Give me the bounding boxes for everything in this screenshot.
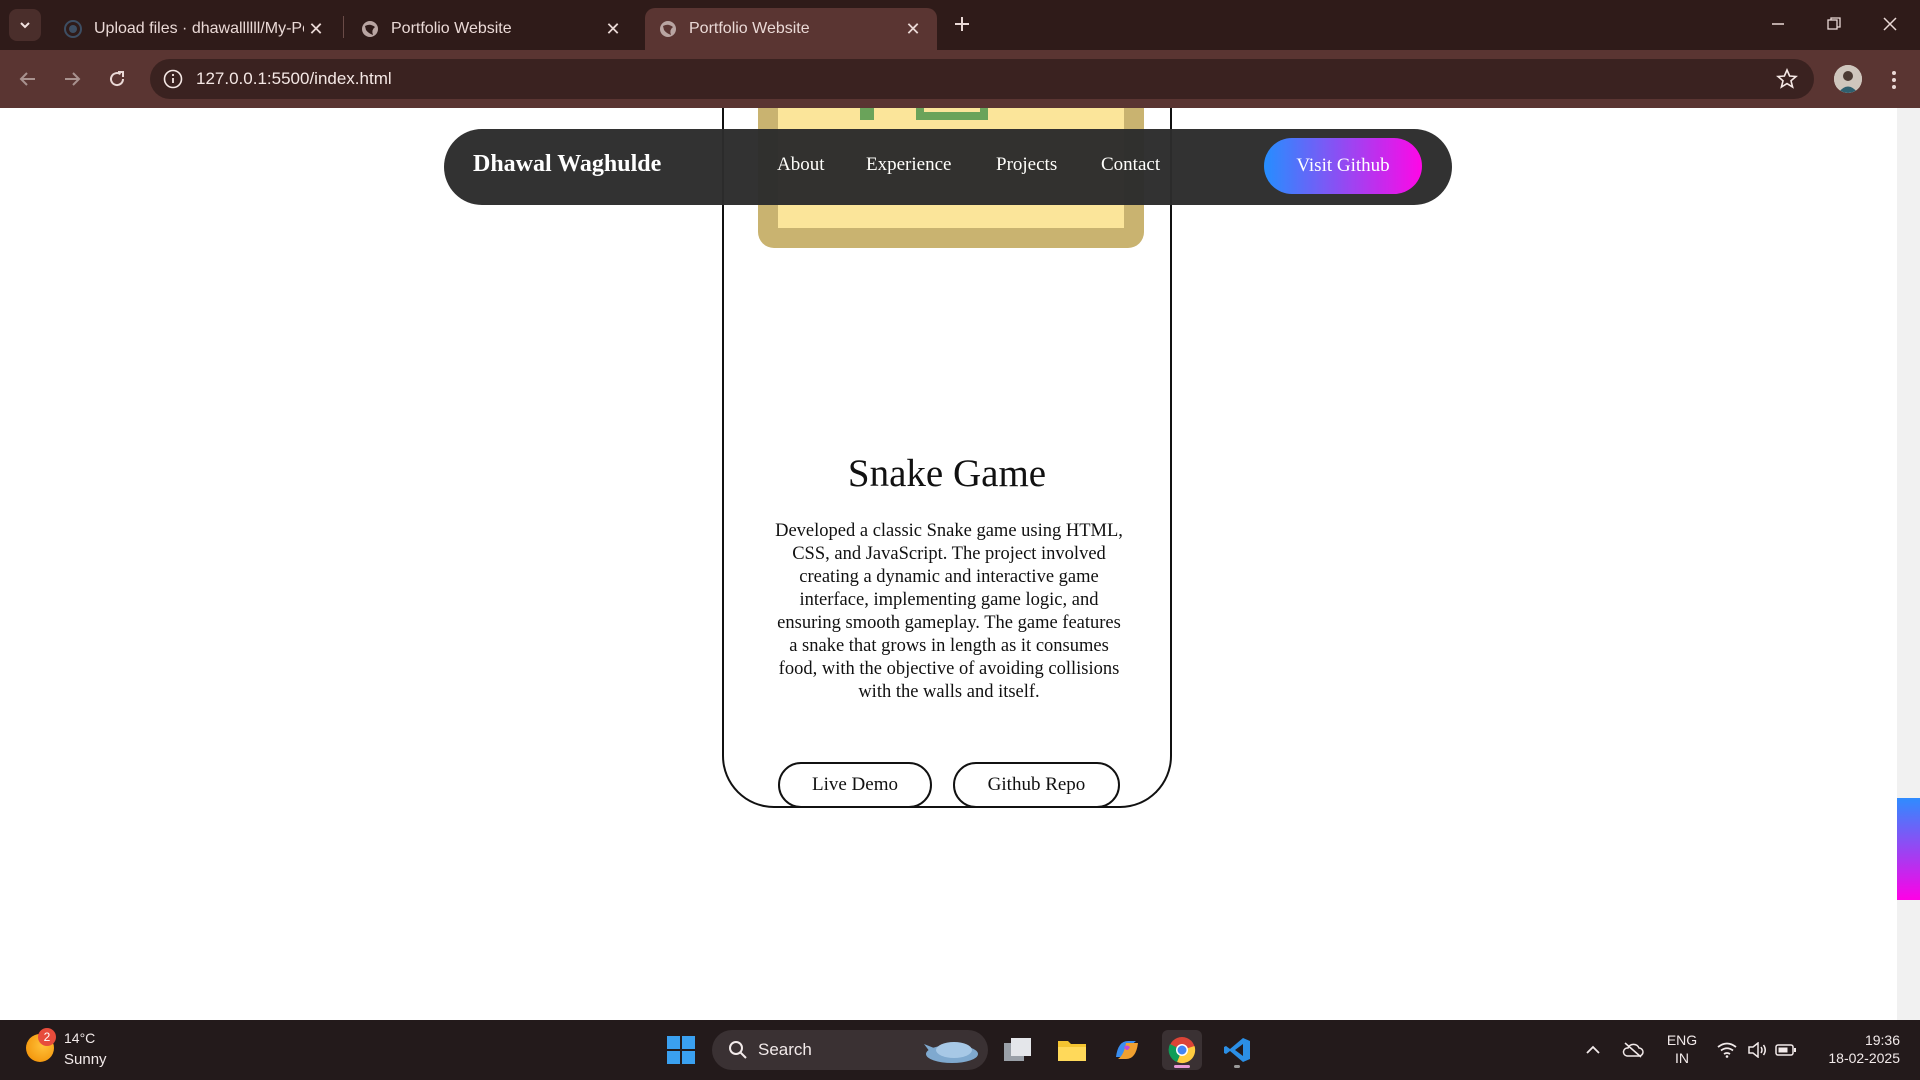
chevron-up-icon bbox=[1586, 1045, 1600, 1054]
kebab-dot bbox=[1892, 71, 1896, 75]
tab-divider bbox=[343, 16, 344, 38]
github-repo-button[interactable]: Github Repo bbox=[953, 762, 1120, 808]
system-clock[interactable]: 19:36 18-02-2025 bbox=[1800, 1031, 1900, 1067]
nav-link-experience[interactable]: Experience bbox=[866, 154, 951, 176]
clock-time: 19:36 bbox=[1864, 1032, 1900, 1048]
globe-icon bbox=[660, 21, 676, 37]
tab-portfolio-website-active[interactable]: Portfolio Website ✕ bbox=[645, 8, 937, 50]
active-indicator bbox=[1174, 1065, 1190, 1068]
info-icon[interactable] bbox=[162, 68, 184, 90]
battery-button[interactable] bbox=[1772, 1020, 1800, 1080]
search-label: Search bbox=[758, 1040, 812, 1059]
minimize-button[interactable] bbox=[1750, 0, 1806, 48]
browser-toolbar: 127.0.0.1:5500/index.html bbox=[0, 50, 1920, 108]
arrow-left-icon bbox=[19, 72, 35, 86]
snake-segment bbox=[860, 108, 874, 120]
tab-title: Portfolio Website bbox=[689, 20, 810, 37]
minimize-icon bbox=[1772, 23, 1784, 25]
tab-title: Portfolio Website bbox=[391, 20, 512, 37]
windows-taskbar: 2 14°C Sunny Search ENG IN 19:36 18-02-2… bbox=[0, 1020, 1920, 1080]
restore-icon bbox=[1827, 17, 1841, 30]
taskbar-search[interactable]: Search bbox=[712, 1030, 988, 1070]
bookmark-star-icon[interactable] bbox=[1776, 68, 1798, 90]
show-hidden-icons-button[interactable] bbox=[1580, 1020, 1606, 1080]
project-title: Snake Game bbox=[847, 452, 1047, 495]
browser-tab-strip: Upload files · dhawallllll/My-Por ✕ Port… bbox=[0, 0, 1920, 50]
nav-link-contact[interactable]: Contact bbox=[1101, 154, 1160, 176]
tab-upload-files[interactable]: Upload files · dhawallllll/My-Por ✕ bbox=[50, 8, 340, 50]
person-icon bbox=[1834, 65, 1862, 93]
nav-link-projects[interactable]: Projects bbox=[996, 154, 1057, 176]
cloud-status-button[interactable] bbox=[1620, 1020, 1646, 1080]
restore-button[interactable] bbox=[1806, 0, 1862, 48]
reload-icon bbox=[110, 71, 125, 87]
project-description: Developed a classic Snake game using HTM… bbox=[775, 521, 1123, 702]
live-demo-button[interactable]: Live Demo bbox=[778, 762, 932, 808]
chevron-down-icon bbox=[20, 22, 30, 29]
nav-link-about[interactable]: About bbox=[777, 154, 825, 176]
tab-search-button[interactable] bbox=[9, 9, 41, 41]
language-indicator[interactable]: ENG IN bbox=[1664, 1031, 1700, 1067]
wifi-button[interactable] bbox=[1714, 1020, 1740, 1080]
file-explorer-button[interactable] bbox=[1052, 1030, 1092, 1070]
weather-condition: Sunny bbox=[64, 1051, 107, 1068]
project-card: Snake Game Developed a classic Snake gam… bbox=[722, 108, 1172, 808]
page-scrollbar[interactable] bbox=[1897, 108, 1920, 1020]
speaker-icon bbox=[1748, 1042, 1766, 1058]
back-button[interactable] bbox=[12, 63, 44, 95]
language-code: ENG bbox=[1666, 1032, 1698, 1048]
close-icon[interactable]: ✕ bbox=[601, 17, 625, 41]
windows-logo-icon bbox=[667, 1036, 695, 1064]
close-icon bbox=[1883, 17, 1897, 31]
kebab-dot bbox=[1892, 85, 1896, 89]
region-code: IN bbox=[1675, 1050, 1689, 1066]
tab-title: Upload files · dhawallllll/My-Por bbox=[94, 20, 304, 37]
task-view-button[interactable] bbox=[998, 1030, 1038, 1070]
github-icon bbox=[64, 20, 82, 38]
reload-button[interactable] bbox=[101, 63, 133, 95]
visit-github-button[interactable]: Visit Github bbox=[1264, 138, 1422, 194]
close-icon[interactable]: ✕ bbox=[304, 17, 328, 41]
vscode-button[interactable] bbox=[1217, 1030, 1257, 1070]
browser-menu-button[interactable] bbox=[1882, 66, 1906, 94]
wifi-icon bbox=[1717, 1042, 1737, 1058]
forward-button[interactable] bbox=[56, 63, 88, 95]
site-brand[interactable]: Dhawal Waghulde bbox=[473, 151, 661, 178]
page-viewport: Snake Game Developed a classic Snake gam… bbox=[0, 108, 1897, 1020]
chrome-icon bbox=[1168, 1037, 1196, 1064]
volume-button[interactable] bbox=[1744, 1020, 1770, 1080]
folder-icon bbox=[1058, 1041, 1086, 1061]
globe-icon bbox=[362, 21, 378, 37]
scrollbar-thumb[interactable] bbox=[1897, 798, 1920, 900]
new-tab-button[interactable] bbox=[948, 10, 976, 38]
notification-badge: 2 bbox=[38, 1028, 56, 1046]
arrow-right-icon bbox=[65, 72, 81, 86]
site-navbar: Dhawal Waghulde About Experience Project… bbox=[444, 129, 1452, 205]
tab-portfolio-website[interactable]: Portfolio Website ✕ bbox=[347, 8, 637, 50]
weather-temperature: 14°C bbox=[64, 1030, 96, 1046]
cloud-off-icon bbox=[1622, 1042, 1644, 1058]
close-icon[interactable]: ✕ bbox=[901, 17, 925, 41]
kebab-dot bbox=[1892, 78, 1896, 82]
task-view-icon bbox=[1004, 1038, 1031, 1061]
vscode-icon bbox=[1224, 1038, 1250, 1062]
copilot-icon bbox=[1116, 1041, 1138, 1059]
address-bar[interactable]: 127.0.0.1:5500/index.html bbox=[150, 59, 1814, 99]
copilot-button[interactable] bbox=[1107, 1030, 1147, 1070]
plus-icon bbox=[955, 17, 969, 31]
running-indicator bbox=[1234, 1065, 1240, 1068]
battery-icon bbox=[1775, 1044, 1796, 1056]
clock-date: 18-02-2025 bbox=[1828, 1050, 1900, 1066]
close-window-button[interactable] bbox=[1862, 0, 1918, 48]
chrome-button[interactable] bbox=[1162, 1030, 1202, 1070]
search-icon bbox=[729, 1041, 747, 1059]
profile-avatar[interactable] bbox=[1834, 65, 1862, 93]
snake-segment bbox=[916, 108, 988, 120]
whale-icon bbox=[924, 1042, 978, 1063]
url-text[interactable]: 127.0.0.1:5500/index.html bbox=[196, 69, 392, 89]
start-button[interactable] bbox=[661, 1030, 701, 1070]
